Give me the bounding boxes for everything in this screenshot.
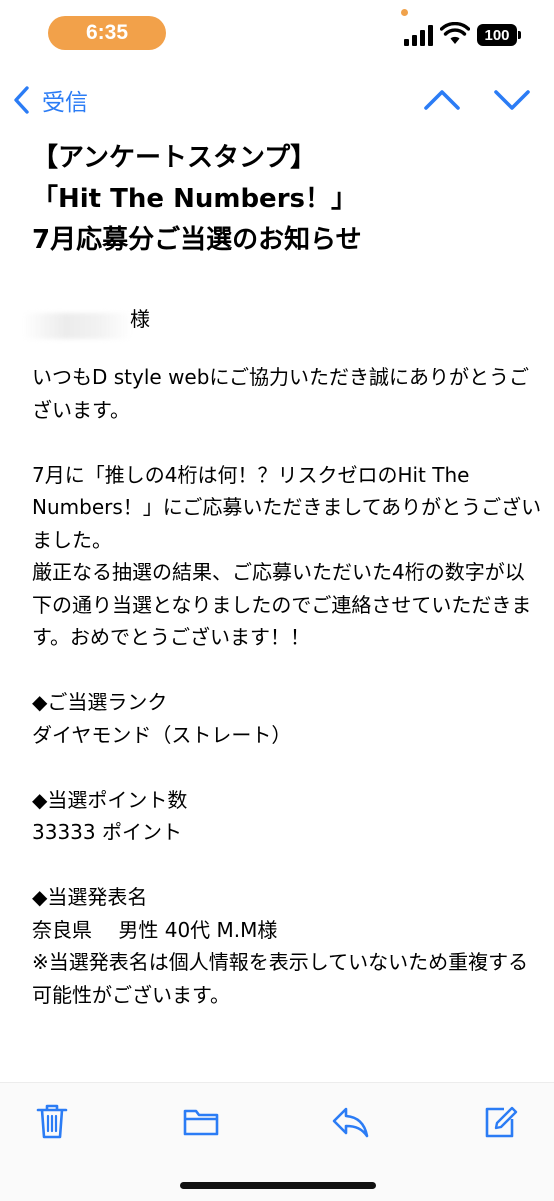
subject-line-2: 「Hit The Numbers！」 (32, 184, 357, 214)
result-paragraph: 厳正なる抽選の結果、ご応募いただいた4桁の数字が以下の通り当選となりましたのでご… (32, 560, 532, 649)
battery-tip (518, 31, 521, 39)
subject-line-3: 7月応募分ご当選のお知らせ (32, 225, 362, 255)
announce-value: 奈良県 男性 40代 M.M様 (32, 917, 278, 942)
back-label: 受信 (42, 90, 88, 116)
greeting-text: いつもD style webにご協力いただき誠にありがとうございます。 (32, 365, 530, 422)
thanks-paragraph: 7月に「推しの4桁は何！？リスクゼロのHit The Numbers！」にご応募… (32, 462, 542, 552)
duplicate-note: ※当選発表名は個人情報を表示していないため重複する可能性がございます。 (32, 950, 529, 1007)
email-content: 【アンケートスタンプ】 「Hit The Numbers！」 7月応募分ご当選の… (22, 138, 542, 1011)
privacy-indicator-dot (401, 9, 408, 16)
mail-nav-bar: 受信 (0, 70, 554, 126)
previous-message-button[interactable] (422, 84, 462, 116)
points-heading: ◆当選ポイント数 (32, 787, 188, 812)
battery-indicator: 100 (477, 24, 517, 46)
trash-icon[interactable] (34, 1101, 70, 1141)
status-time: 6:35 (48, 16, 166, 50)
next-message-button[interactable] (492, 84, 532, 116)
email-subject: 【アンケートスタンプ】 「Hit The Numbers！」 7月応募分ご当選の… (32, 138, 542, 261)
chevron-left-icon (14, 86, 29, 114)
honorific: 様 (130, 307, 150, 331)
back-to-inbox-button[interactable]: 受信 (10, 80, 88, 120)
status-bar: 6:35 100 (0, 0, 554, 64)
points-value: 33333 ポイント (32, 820, 182, 844)
folder-icon[interactable] (182, 1101, 220, 1141)
redacted-recipient-name (22, 313, 132, 339)
email-body: いつもD style webにご協力いただき誠にありがとうございます。 7月に「… (32, 361, 542, 1011)
reply-icon[interactable] (330, 1101, 370, 1141)
compose-icon[interactable] (482, 1101, 518, 1141)
cellular-signal-icon (404, 25, 433, 46)
home-indicator (180, 1182, 376, 1189)
wifi-icon (440, 22, 470, 44)
subject-line-1: 【アンケートスタンプ】 (32, 143, 317, 173)
announce-heading: ◆当選発表名 (32, 885, 148, 909)
rank-heading: ◆ご当選ランク (32, 690, 168, 714)
rank-value: ダイヤモンド（ストレート） (32, 722, 292, 747)
recipient-line: 様 (22, 301, 542, 361)
